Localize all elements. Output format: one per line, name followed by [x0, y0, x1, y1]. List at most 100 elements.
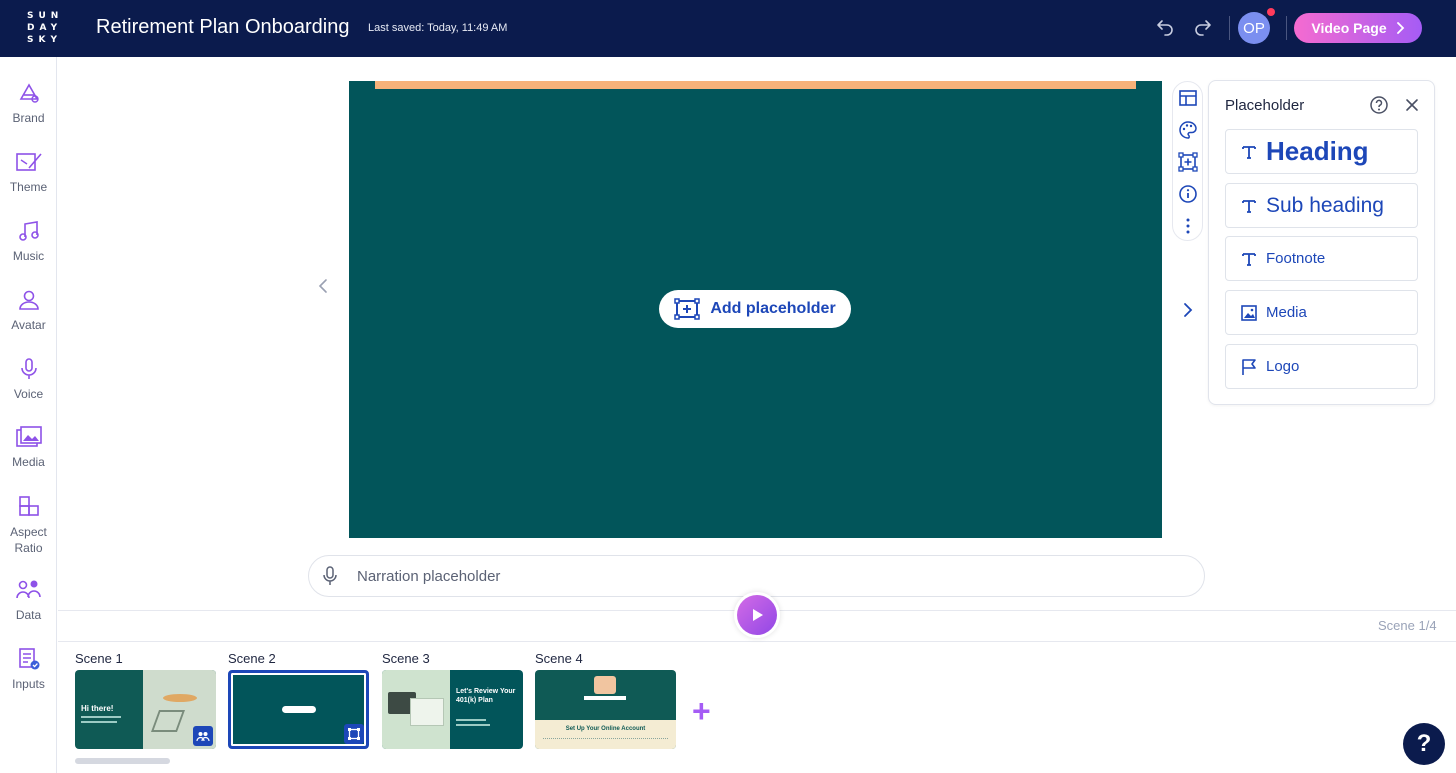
- close-icon: [1406, 99, 1418, 111]
- project-title[interactable]: Retirement Plan Onboarding: [96, 16, 349, 39]
- sidebar-item-label: Theme: [9, 180, 48, 194]
- microphone-icon: [323, 566, 337, 585]
- divider: [1286, 16, 1287, 40]
- inputs-icon: [18, 648, 39, 670]
- flag-icon: [1242, 358, 1256, 375]
- data-icon: [15, 580, 41, 599]
- placeholder-footnote-label: Footnote: [1266, 250, 1326, 267]
- scene-label: Scene 2: [228, 651, 276, 666]
- chevron-right-icon: [1396, 22, 1404, 34]
- thumb-text: Set Up Your Online Account: [565, 726, 646, 732]
- sidebar-item-aspect-ratio[interactable]: Aspect Ratio: [0, 494, 57, 556]
- image-icon: [1241, 304, 1257, 321]
- sidebar-item-brand[interactable]: Brand: [0, 81, 57, 125]
- redo-icon: [1195, 20, 1211, 36]
- sidebar-item-theme[interactable]: Theme: [0, 150, 57, 194]
- help-chat-button[interactable]: ?: [1403, 723, 1445, 765]
- microphone-button[interactable]: [319, 565, 341, 592]
- sidebar-item-music[interactable]: Music: [0, 219, 57, 263]
- accent-bar: [375, 81, 1136, 89]
- scene-canvas[interactable]: Add placeholder: [349, 81, 1162, 538]
- placeholder-logo[interactable]: Logo: [1225, 344, 1418, 389]
- sidebar-item-avatar[interactable]: Avatar: [0, 288, 57, 332]
- thumb-bar: [584, 696, 626, 700]
- next-scene-button[interactable]: [1180, 300, 1196, 325]
- more-options-button[interactable]: [1178, 216, 1198, 236]
- avatar-image: [594, 676, 616, 694]
- narration-input[interactable]: Narration placeholder: [308, 555, 1205, 597]
- help-icon: [1370, 96, 1388, 114]
- add-placeholder-icon: [348, 728, 360, 740]
- data-icon: [196, 732, 210, 742]
- avatar-icon: [18, 290, 39, 310]
- previous-scene-button[interactable]: [315, 276, 331, 301]
- scene-thumbnail-3[interactable]: Let's Review Your 401(k) Plan: [382, 670, 523, 749]
- palette-button[interactable]: [1178, 120, 1198, 140]
- add-placeholder-button[interactable]: Add placeholder: [659, 290, 851, 328]
- layout-button[interactable]: [1178, 88, 1198, 108]
- placeholder-subheading-label: Sub heading: [1266, 193, 1384, 217]
- scene-label: Scene 4: [535, 651, 583, 666]
- divider: [58, 641, 1456, 642]
- thumb-footer-band: [535, 720, 676, 749]
- placeholder-logo-label: Logo: [1266, 358, 1300, 375]
- play-icon: [753, 609, 763, 621]
- timeline-scrollbar[interactable]: [75, 758, 170, 764]
- canvas-toolbar: [1172, 81, 1203, 241]
- narration-placeholder: Narration placeholder: [357, 568, 501, 585]
- thumb-line: [456, 724, 490, 726]
- thumb-line: [81, 721, 117, 723]
- paper-shape: [410, 698, 444, 726]
- umbrella-shape: [163, 694, 197, 702]
- sidebar-item-inputs[interactable]: Inputs: [0, 647, 57, 691]
- play-button[interactable]: [734, 592, 780, 638]
- placeholder-badge: [344, 724, 364, 744]
- info-button[interactable]: [1178, 184, 1198, 204]
- text-icon: [1242, 199, 1256, 213]
- sidebar-item-voice[interactable]: Voice: [0, 357, 57, 401]
- sidebar-item-data[interactable]: Data: [0, 578, 57, 622]
- brand-icon: [19, 83, 39, 103]
- media-icon: [15, 426, 42, 447]
- add-placeholder-tool-button[interactable]: [1178, 152, 1198, 172]
- scene-thumbnail-4[interactable]: Set Up Your Online Account: [535, 670, 676, 749]
- text-icon: [1242, 252, 1256, 266]
- close-panel-button[interactable]: [1402, 95, 1422, 120]
- scene-counter: Scene 1/4: [1378, 618, 1437, 633]
- more-vertical-icon: [1186, 218, 1190, 234]
- video-page-button[interactable]: Video Page: [1294, 13, 1422, 43]
- placeholder-footnote[interactable]: Footnote: [1225, 236, 1418, 281]
- layout-icon: [1179, 90, 1197, 106]
- thumb-line: [543, 738, 668, 740]
- add-scene-button[interactable]: +: [692, 693, 711, 730]
- sidebar-item-media[interactable]: Media: [0, 425, 57, 469]
- placeholder-heading[interactable]: Heading: [1225, 129, 1418, 174]
- thumb-line: [81, 716, 121, 718]
- help-button[interactable]: [1369, 95, 1389, 120]
- thumb-line: [456, 719, 486, 721]
- redo-button[interactable]: [1191, 16, 1215, 40]
- sidebar-item-label: Music: [12, 249, 45, 263]
- user-avatar[interactable]: OP: [1238, 12, 1270, 44]
- placeholder-panel: Placeholder Heading Sub heading Footnote…: [1208, 80, 1435, 405]
- add-placeholder-icon: [674, 298, 701, 320]
- thumb-text: Hi there!: [81, 704, 114, 713]
- top-bar: SUN DAY SKY Retirement Plan Onboarding Las…: [0, 0, 1456, 57]
- aspect-ratio-icon: [18, 496, 39, 516]
- placeholder-subheading[interactable]: Sub heading: [1225, 183, 1418, 228]
- scene-thumbnail-1[interactable]: Hi there!: [75, 670, 216, 749]
- scene-label: Scene 1: [75, 651, 123, 666]
- panel-title: Placeholder: [1225, 97, 1305, 114]
- placeholder-media-label: Media: [1266, 304, 1307, 321]
- add-placeholder-icon: [1178, 152, 1198, 172]
- placeholder-media[interactable]: Media: [1225, 290, 1418, 335]
- logo[interactable]: SUN DAY SKY: [27, 10, 63, 46]
- scene-thumbnail-2[interactable]: [228, 670, 369, 749]
- chevron-right-icon: [1184, 303, 1193, 317]
- text-icon: [1242, 145, 1256, 159]
- chevron-left-icon: [318, 279, 327, 293]
- undo-button[interactable]: [1153, 16, 1177, 40]
- sidebar-item-label: Media: [12, 455, 45, 469]
- palette-icon: [1179, 121, 1197, 139]
- notification-dot: [1267, 8, 1275, 16]
